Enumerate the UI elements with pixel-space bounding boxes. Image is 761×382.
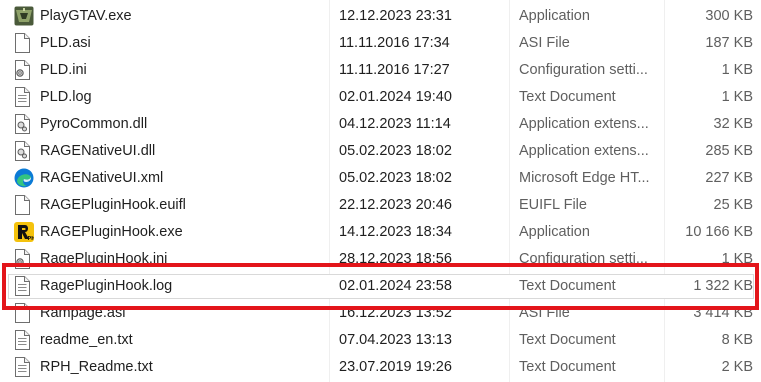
file-list: PlayGTAV.exe 12.12.2023 23:31 Applicatio… — [0, 0, 761, 382]
file-name: RAGENativeUI.dll — [40, 143, 156, 159]
file-row-pyrocommon-dll[interactable]: PyroCommon.dll 04.12.2023 11:14 Applicat… — [0, 111, 761, 138]
file-date-modified: 12.12.2023 23:31 — [339, 8, 452, 24]
text-file-icon — [14, 87, 34, 108]
file-size: 285 KB — [705, 143, 753, 159]
file-date-modified: 05.02.2023 18:02 — [339, 143, 452, 159]
file-size: 1 KB — [721, 89, 753, 105]
file-date-modified: 02.01.2024 23:58 — [339, 278, 452, 294]
file-name: RAGEPluginHook.exe — [40, 224, 183, 240]
file-name: RAGEPluginHook.euifl — [40, 197, 186, 213]
text-file-icon — [14, 330, 34, 351]
file-date-modified: 04.12.2023 11:14 — [339, 116, 451, 132]
gtav-exe-icon — [14, 6, 34, 27]
svg-text:PH: PH — [28, 236, 35, 242]
settings-file-icon — [14, 249, 34, 270]
text-file-icon — [14, 276, 34, 297]
dll-file-icon — [14, 114, 34, 135]
file-name: PyroCommon.dll — [40, 116, 148, 132]
file-date-modified: 14.12.2023 18:34 — [339, 224, 452, 240]
file-name: RagePluginHook.ini — [40, 251, 168, 267]
file-row-ragenativeui-dll[interactable]: RAGENativeUI.dll 05.02.2023 18:02 Applic… — [0, 138, 761, 165]
file-size: 10 166 KB — [685, 224, 753, 240]
file-date-modified: 11.11.2016 17:34 — [339, 35, 450, 51]
file-name: PLD.asi — [40, 35, 91, 51]
file-row-ragepluginhook-exe[interactable]: PH RAGEPluginHook.exe 14.12.2023 18:34 A… — [0, 219, 761, 246]
file-row-rampage-asi[interactable]: Rampage.asi 16.12.2023 13:52 ASI File 3 … — [0, 300, 761, 327]
file-date-modified: 22.12.2023 20:46 — [339, 197, 452, 213]
blank-file-icon — [14, 33, 34, 54]
dll-file-icon — [14, 141, 34, 162]
file-size: 227 KB — [705, 170, 753, 186]
file-name: RagePluginHook.log — [40, 278, 173, 294]
file-row-pld-ini[interactable]: PLD.ini 11.11.2016 17:27 Configuration s… — [0, 57, 761, 84]
settings-file-icon — [14, 60, 34, 81]
file-size: 1 KB — [721, 62, 753, 78]
file-name: RPH_Readme.txt — [40, 359, 153, 375]
file-size: 1 KB — [721, 251, 753, 267]
file-size: 1 322 KB — [693, 278, 753, 294]
edge-icon — [14, 168, 34, 189]
file-name: PLD.ini — [40, 62, 87, 78]
rage-exe-icon: PH — [14, 222, 34, 243]
file-date-modified: 28.12.2023 18:56 — [339, 251, 452, 267]
file-row-ragepluginhook-euifl[interactable]: RAGEPluginHook.euifl 22.12.2023 20:46 EU… — [0, 192, 761, 219]
text-file-icon — [14, 357, 34, 378]
file-size: 187 KB — [705, 35, 753, 51]
file-size: 8 KB — [721, 332, 753, 348]
file-date-modified: 11.11.2016 17:27 — [339, 62, 450, 78]
file-row-pld-log[interactable]: PLD.log 02.01.2024 19:40 Text Document 1… — [0, 84, 761, 111]
file-row-ragenativeui-xml[interactable]: RAGENativeUI.xml 05.02.2023 18:02 Micros… — [0, 165, 761, 192]
file-row-ragepluginhook-log[interactable]: RagePluginHook.log 02.01.2024 23:58 Text… — [0, 273, 761, 300]
file-row-readme-en-txt[interactable]: readme_en.txt 07.04.2023 13:13 Text Docu… — [0, 327, 761, 354]
file-name: Rampage.asi — [40, 305, 126, 321]
blank-file-icon — [14, 303, 34, 324]
file-row-pld-asi[interactable]: PLD.asi 11.11.2016 17:34 ASI File 187 KB — [0, 30, 761, 57]
file-name: PlayGTAV.exe — [40, 8, 132, 24]
file-size: 25 KB — [713, 197, 754, 213]
file-size: 3 414 KB — [693, 305, 753, 321]
file-size: 2 KB — [721, 359, 753, 375]
file-name: readme_en.txt — [40, 332, 133, 348]
file-size: 32 KB — [713, 116, 754, 132]
file-date-modified: 02.01.2024 19:40 — [339, 89, 452, 105]
file-row-playgtav-exe[interactable]: PlayGTAV.exe 12.12.2023 23:31 Applicatio… — [0, 3, 761, 30]
file-date-modified: 07.04.2023 13:13 — [339, 332, 452, 348]
file-date-modified: 16.12.2023 13:52 — [339, 305, 452, 321]
file-name: PLD.log — [40, 89, 92, 105]
file-row-ragepluginhook-ini[interactable]: RagePluginHook.ini 28.12.2023 18:56 Conf… — [0, 246, 761, 273]
file-size: 300 KB — [705, 8, 753, 24]
file-name: RAGENativeUI.xml — [40, 170, 164, 186]
blank-file-icon — [14, 195, 34, 216]
file-date-modified: 23.07.2019 19:26 — [339, 359, 452, 375]
file-row-rph-readme-txt[interactable]: RPH_Readme.txt 23.07.2019 19:26 Text Doc… — [0, 354, 761, 381]
file-date-modified: 05.02.2023 18:02 — [339, 170, 452, 186]
